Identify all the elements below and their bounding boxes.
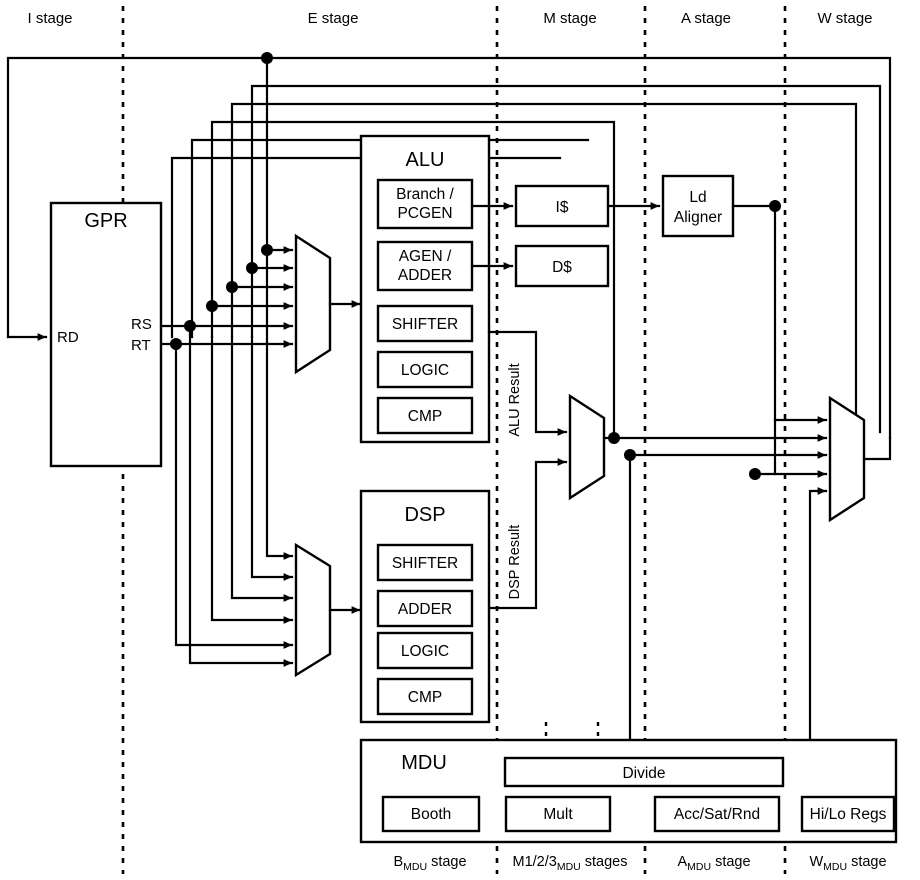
icache-label: I$: [556, 199, 569, 216]
gpr-block: GPR RD RS RT: [6, 201, 163, 468]
alu-mux-shape: [294, 233, 332, 375]
alu-sub-agen-adder-line1: AGEN /: [399, 248, 452, 265]
writeback-mux: [749, 395, 892, 742]
stage-label-m: M stage: [543, 10, 596, 27]
mdu-sub-divide-label: Divide: [622, 765, 665, 782]
alu-block: ALU Branch / PCGEN AGEN / ADDER SHIFTER …: [359, 134, 491, 444]
rs-to-dsp-mux: [188, 324, 294, 667]
result-mux-shape: [568, 393, 606, 501]
mdu-stage-a-sub: MDU: [687, 861, 711, 873]
dsp-title: DSP: [404, 504, 445, 526]
dcache-label: D$: [552, 259, 572, 276]
mdu-stage-a-tail: stage: [711, 854, 751, 870]
mdu-stage-label-w: WMDU stage: [809, 854, 886, 873]
gpr-port-rs: RS: [131, 316, 152, 333]
stage-label-a: A stage: [681, 10, 731, 27]
mdu-stage-m-sub: MDU: [557, 861, 581, 873]
mdu-stage-b-tail: stage: [427, 854, 467, 870]
alu-sub-branch-pcgen-line2: PCGEN: [397, 205, 452, 222]
dsp-sub-adder-label: ADDER: [398, 601, 452, 618]
gpr-port-rd: RD: [57, 329, 79, 346]
dsp-block: DSP SHIFTER ADDER LOGIC CMP: [359, 489, 491, 724]
alu-sub-logic-label: LOGIC: [401, 362, 449, 379]
alu-sub-cmp-label: CMP: [408, 408, 442, 425]
ld-aligner-block: Ld Aligner: [606, 174, 781, 476]
junction-dot-mdu-result: [624, 449, 636, 461]
mdu-stage-w-tail: stage: [847, 854, 887, 870]
schematic-canvas: I stage E stage M stage A stage W stage: [6, 6, 898, 874]
mdu-sub-acc-sat-rnd-label: Acc/Sat/Rnd: [674, 806, 760, 823]
gpr-title: GPR: [84, 210, 127, 232]
ld-aligner-box: [661, 174, 735, 238]
feedback-to-alu-mux: [206, 244, 294, 312]
alu-result-label: ALU Result: [507, 363, 523, 436]
mdu-block: MDU Divide Booth Mult Acc/Sat/Rnd Hi/Lo …: [359, 738, 898, 844]
junction-dot-fb1: [261, 244, 273, 256]
junction-dot-rt: [170, 338, 182, 350]
stage-label-w: W stage: [817, 10, 872, 27]
junction-dot-fb3: [226, 281, 238, 293]
ld-aligner-line2: Aligner: [674, 209, 722, 226]
feedback-to-dsp-mux: [210, 335, 294, 624]
mdu-title: MDU: [401, 752, 447, 774]
mdu-stage-b-sub: MDU: [403, 861, 427, 873]
fb1-to-dsp-mux: [265, 341, 294, 560]
ld-aligner-output-wire: [731, 204, 777, 476]
mdu-stage-labels: BMDU stage M1/2/3MDU stages AMDU stage W…: [393, 854, 886, 873]
junction-dot-ld-aligner-out: [769, 200, 781, 212]
mdu-stage-label-b: BMDU stage: [393, 854, 466, 873]
cache-blocks: I$ D$: [470, 184, 610, 288]
fb2-to-dsp-mux: [250, 335, 294, 581]
gpr-port-rt: RT: [131, 337, 151, 354]
pipeline-datapath-diagram: I stage E stage M stage A stage W stage: [0, 0, 920, 880]
alu-operand-mux: [294, 233, 362, 375]
mdu-stage-w-sub: MDU: [823, 861, 847, 873]
stage-label-i: I stage: [27, 10, 72, 27]
gpr-operand-wires: [159, 320, 294, 667]
alu-sub-shifter-label: SHIFTER: [392, 316, 458, 333]
junction-dot-result-mux-out: [608, 432, 620, 444]
rt-to-dsp-mux: [174, 342, 294, 649]
dsp-sub-logic-label: LOGIC: [401, 643, 449, 660]
dsp-result-wire: [487, 458, 568, 610]
mdu-stage-a-main: A: [677, 854, 687, 870]
fb3-to-dsp-mux: [230, 335, 294, 602]
dsp-sub-cmp-label: CMP: [408, 689, 442, 706]
mdu-stage-m-main: M1/2/3: [512, 854, 556, 870]
mdu-stage-label-m123: M1/2/3MDU stages: [512, 854, 627, 873]
wbmux-input-5-wire: [808, 487, 828, 742]
mdu-sub-booth-label: Booth: [411, 806, 452, 823]
dsp-sub-shifter-label: SHIFTER: [392, 555, 458, 572]
junction-dot-fb4: [206, 300, 218, 312]
alu-result-wire: [487, 330, 568, 436]
dsp-mux-shape: [294, 542, 332, 678]
mdu-stage-b-main: B: [393, 854, 403, 870]
writeback-mux-output-wire: [862, 436, 892, 461]
mdu-stage-w-main: W: [809, 854, 823, 870]
alu-sub-branch-pcgen-line1: Branch /: [396, 186, 454, 203]
dsp-operand-mux: [294, 542, 362, 678]
dsp-result-label: DSP Result: [507, 525, 523, 600]
stage-headers: I stage E stage M stage A stage W stage: [27, 10, 872, 27]
mdu-sub-hilo-regs-label: Hi/Lo Regs: [810, 806, 887, 823]
mdu-result-wire: [628, 451, 828, 742]
writeback-mux-shape: [828, 395, 866, 523]
result-buses: ALU Result DSP Result: [487, 330, 568, 610]
junction-dot-fb2: [246, 262, 258, 274]
result-mux: [568, 393, 828, 501]
mdu-stage-m-tail: stages: [581, 854, 628, 870]
stage-label-e: E stage: [308, 10, 359, 27]
mdu-result-bus: [624, 449, 828, 742]
alu-sub-agen-adder-line2: ADDER: [398, 267, 452, 284]
alu-title: ALU: [406, 149, 445, 171]
mdu-stage-label-a: AMDU stage: [677, 854, 750, 873]
mdu-sub-mult-label: Mult: [543, 806, 573, 823]
ld-aligner-line1: Ld: [689, 189, 706, 206]
